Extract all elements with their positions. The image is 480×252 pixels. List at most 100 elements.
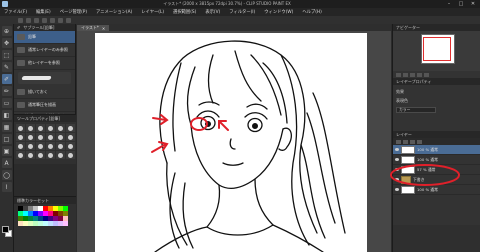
brush-size-option[interactable] xyxy=(16,142,25,150)
eye-icon[interactable] xyxy=(395,158,399,161)
redo-icon[interactable] xyxy=(50,17,55,23)
move-tool-icon[interactable]: ✥ xyxy=(1,38,12,48)
window-title: イラスト* (2000 x 3815px 72dpi 30.7%) - CLIP… xyxy=(163,1,291,6)
flip-icon[interactable] xyxy=(424,72,429,77)
menu-page[interactable]: ページ管理(P) xyxy=(60,9,87,15)
eraser-tool-icon[interactable]: ▭ xyxy=(1,98,12,108)
brush-size-option[interactable] xyxy=(16,151,25,159)
close-window-button[interactable]: ✕ xyxy=(470,1,476,7)
layer-row[interactable]: 100 % 通常 xyxy=(393,145,480,155)
text-tool-icon[interactable]: A xyxy=(1,158,12,168)
layer-row[interactable]: 下書き xyxy=(393,175,480,185)
select-tool-icon[interactable]: ⬚ xyxy=(1,50,12,60)
brush-size-option[interactable] xyxy=(36,124,45,132)
brush-size-option[interactable] xyxy=(46,124,55,132)
menu-file[interactable]: ファイル(F) xyxy=(4,9,27,15)
correct-line-tool-icon[interactable]: ⌇ xyxy=(1,182,12,192)
layer-row[interactable]: 57 % 通常 xyxy=(393,165,480,175)
brush-size-option[interactable] xyxy=(46,151,55,159)
folder-icon xyxy=(401,175,411,184)
brush-size-option[interactable] xyxy=(16,133,25,141)
subtool-item-pencil[interactable]: 鉛筆 xyxy=(14,31,75,44)
brush-size-option[interactable] xyxy=(46,142,55,150)
tool-property-header: ツールプロパティ[鉛筆] xyxy=(14,115,76,122)
eye-icon[interactable] xyxy=(395,188,399,191)
menu-select[interactable]: 選択範囲(S) xyxy=(173,9,196,15)
brush-size-option[interactable] xyxy=(66,124,75,132)
layer-row[interactable]: 100 % 通常 xyxy=(393,155,480,165)
brush-size-option[interactable] xyxy=(66,151,75,159)
minimize-button[interactable]: – xyxy=(446,1,452,7)
zoom-in-icon[interactable] xyxy=(403,72,408,77)
menu-animation[interactable]: アニメーション(A) xyxy=(96,9,132,15)
subtool-item-normal-ref[interactable]: 通常レイヤーのみ参照 xyxy=(14,44,75,57)
subtool-item-draw[interactable]: 描いておく xyxy=(14,86,75,99)
brush-size-option[interactable] xyxy=(36,133,45,141)
fit-icon[interactable] xyxy=(410,72,415,77)
brush-size-option[interactable] xyxy=(36,142,45,150)
brush-size-option[interactable] xyxy=(56,133,65,141)
close-icon[interactable]: ✕ xyxy=(102,26,105,31)
transform-icon[interactable] xyxy=(66,17,71,23)
figure-tool-icon[interactable]: □ xyxy=(1,134,12,144)
brush-size-option[interactable] xyxy=(56,124,65,132)
color-swatch[interactable] xyxy=(63,221,68,226)
menu-edit[interactable]: 編集(E) xyxy=(36,9,51,15)
canvas-area: イラスト* ✕ xyxy=(77,24,391,252)
zoom-out-icon[interactable] xyxy=(396,72,401,77)
brush-swatch-icon xyxy=(17,89,25,95)
brush-size-option[interactable] xyxy=(26,151,35,159)
menu-layer[interactable]: レイヤー(L) xyxy=(141,9,164,15)
fill-tool-icon[interactable]: ◧ xyxy=(1,110,12,120)
layer-property-header: レイヤープロパティ xyxy=(393,78,480,85)
brush-size-option[interactable] xyxy=(46,133,55,141)
layer-row[interactable]: 100 % 通常 xyxy=(393,185,480,195)
clear-icon[interactable] xyxy=(58,17,63,23)
menu-bar: ファイル(F) 編集(E) ページ管理(P) アニメーション(A) レイヤー(L… xyxy=(0,8,480,16)
rotate-icon[interactable] xyxy=(417,72,422,77)
zoom-tool-icon[interactable]: ⊕ xyxy=(1,26,12,36)
menu-window[interactable]: ウィンドウ(W) xyxy=(264,9,293,15)
eye-icon[interactable] xyxy=(395,168,399,171)
navigator-view-frame[interactable] xyxy=(423,37,451,61)
open-icon[interactable] xyxy=(26,17,31,23)
menu-help[interactable]: ヘルプ(H) xyxy=(302,9,321,15)
eye-icon[interactable] xyxy=(395,178,399,181)
navigator-panel[interactable] xyxy=(393,31,480,71)
pen-tool-icon[interactable]: ✐ xyxy=(1,74,12,84)
lock-icon[interactable] xyxy=(410,139,415,144)
eyedropper-tool-icon[interactable]: ✎ xyxy=(1,62,12,72)
main-color-swatch[interactable] xyxy=(2,226,9,233)
subtool-item-other-ref[interactable]: 他レイヤーを参照 xyxy=(14,57,75,70)
brush-size-option[interactable] xyxy=(66,133,75,141)
canvas-tab[interactable]: イラスト* ✕ xyxy=(77,25,110,31)
brush-size-option[interactable] xyxy=(26,133,35,141)
brush-tool-icon[interactable]: ✏ xyxy=(1,86,12,96)
eye-icon[interactable] xyxy=(395,148,399,151)
expression-dropdown[interactable]: カラー xyxy=(396,106,436,113)
brush-size-option[interactable] xyxy=(26,124,35,132)
menu-view[interactable]: 表示(V) xyxy=(205,9,220,15)
main-sub-color[interactable] xyxy=(2,226,12,238)
opacity-icon[interactable] xyxy=(403,139,408,144)
blend-mode-icon[interactable] xyxy=(396,139,401,144)
undo-icon[interactable] xyxy=(42,17,47,23)
menu-filter[interactable]: フィルター(I) xyxy=(229,9,255,15)
balloon-tool-icon[interactable]: ◯ xyxy=(1,170,12,180)
frame-tool-icon[interactable]: ▣ xyxy=(1,146,12,156)
clip-icon[interactable] xyxy=(417,139,422,144)
brush-size-option[interactable] xyxy=(66,142,75,150)
brush-size-option[interactable] xyxy=(56,151,65,159)
subtool-item-pressure[interactable]: 通常筆圧を描画 xyxy=(14,99,75,112)
stroke-preview xyxy=(18,72,71,84)
drawing-canvas[interactable] xyxy=(95,33,367,252)
expression-row: 表現色 xyxy=(396,97,408,103)
gradient-tool-icon[interactable]: ▦ xyxy=(1,122,12,132)
save-icon[interactable] xyxy=(34,17,39,23)
maximize-button[interactable]: □ xyxy=(458,1,464,7)
brush-size-option[interactable] xyxy=(36,151,45,159)
brush-size-option[interactable] xyxy=(56,142,65,150)
brush-size-option[interactable] xyxy=(16,124,25,132)
brush-size-option[interactable] xyxy=(26,142,35,150)
new-icon[interactable] xyxy=(18,17,23,23)
